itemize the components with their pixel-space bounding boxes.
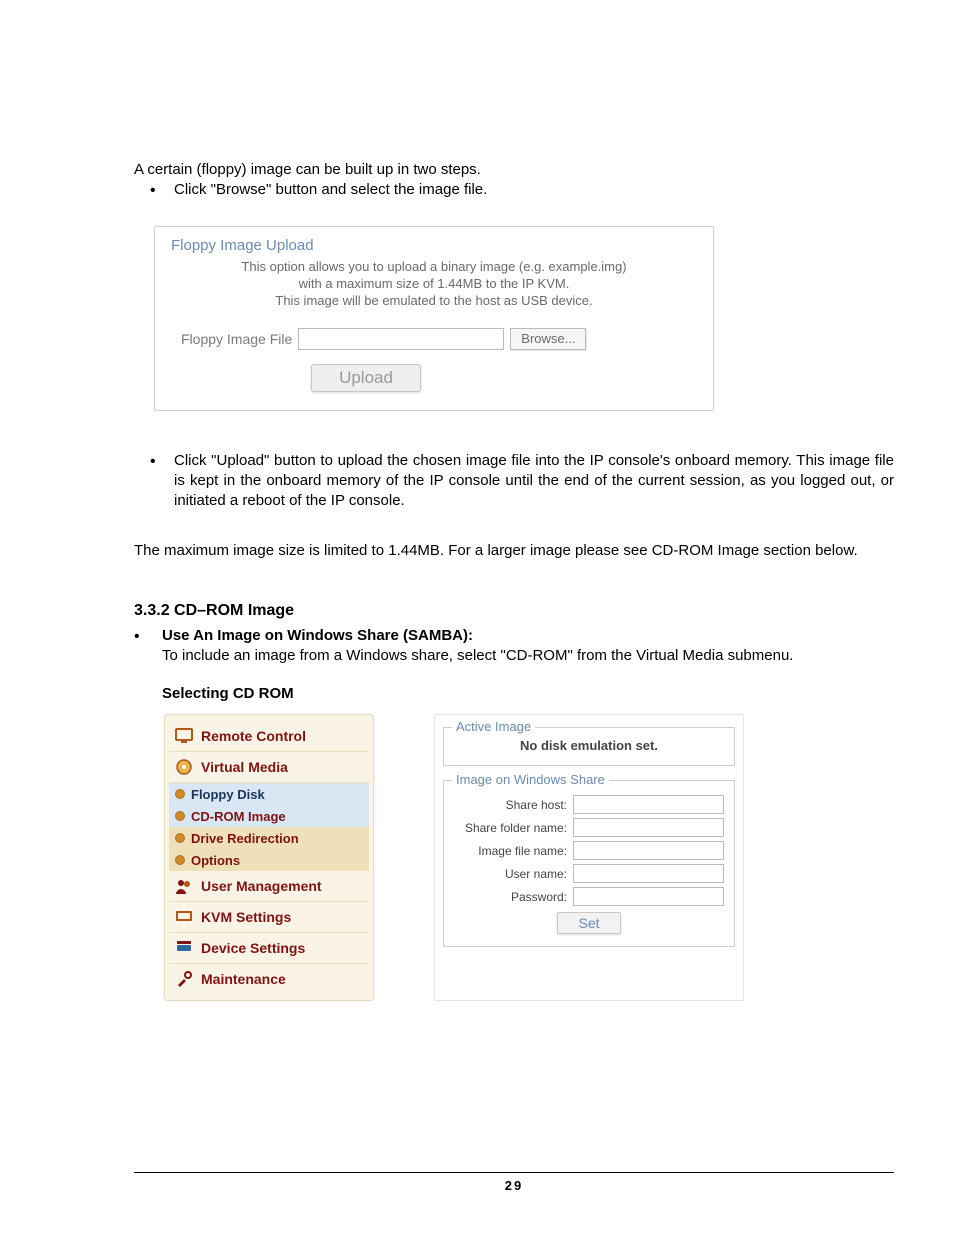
sidebar-sub-floppy-disk[interactable]: Floppy Disk [169, 783, 369, 805]
sidebar-item-device-settings[interactable]: Device Settings [169, 933, 369, 964]
image-file-label: Image file name: [478, 844, 567, 858]
user-name-input[interactable] [573, 864, 724, 883]
sidebar-item-remote-control[interactable]: Remote Control [169, 721, 369, 752]
browse-button[interactable]: Browse... [510, 328, 586, 350]
sidebar-item-kvm-settings[interactable]: KVM Settings [169, 902, 369, 933]
bullet-dot: • [150, 180, 174, 202]
disk-icon [173, 756, 195, 778]
sidebar-label: KVM Settings [201, 909, 291, 925]
bullet-icon [175, 811, 185, 821]
active-image-status: No disk emulation set. [454, 738, 724, 753]
max-size-paragraph: The maximum image size is limited to 1.4… [134, 541, 894, 561]
active-image-legend: Active Image [452, 719, 535, 734]
share-host-label: Share host: [506, 798, 567, 812]
sidebar-item-user-management[interactable]: User Management [169, 871, 369, 902]
sidebar-label: Device Settings [201, 940, 305, 956]
bullet-icon [175, 855, 185, 865]
floppy-desc-line3: This image will be emulated to the host … [275, 293, 592, 308]
upload-button[interactable]: Upload [311, 364, 421, 392]
windows-share-legend: Image on Windows Share [452, 772, 609, 787]
sidebar-sub-options[interactable]: Options [169, 849, 369, 871]
section-heading-332: 3.3.2 CD–ROM Image [134, 602, 894, 620]
sidebar-item-maintenance[interactable]: Maintenance [169, 964, 369, 994]
sidebar-sub-cdrom-image[interactable]: CD-ROM Image [169, 805, 369, 827]
floppy-desc-line1: This option allows you to upload a binar… [241, 259, 626, 274]
image-file-input[interactable] [573, 841, 724, 860]
bullet-1-text: Click "Browse" button and select the ima… [174, 180, 894, 200]
active-image-fieldset: Active Image No disk emulation set. [443, 727, 735, 766]
floppy-file-input[interactable] [298, 328, 504, 350]
config-panel: Active Image No disk emulation set. Imag… [434, 714, 744, 1001]
sidebar-label: User Management [201, 878, 322, 894]
intro-line: A certain (floppy) image can be built up… [134, 160, 894, 180]
sidebar-label: Maintenance [201, 971, 286, 987]
share-host-input[interactable] [573, 795, 724, 814]
page-footer: 29 [134, 1172, 894, 1195]
sidebar-sub-label: Options [191, 853, 240, 868]
bullet-icon [175, 833, 185, 843]
selecting-cdrom-heading: Selecting CD ROM [162, 684, 894, 704]
set-button[interactable]: Set [557, 912, 621, 934]
bullet-2-text: Click "Upload" button to upload the chos… [174, 451, 894, 512]
floppy-upload-description: This option allows you to upload a binar… [171, 259, 697, 310]
bullet-icon [175, 789, 185, 799]
password-label: Password: [511, 890, 567, 904]
bullet-dot: • [150, 451, 174, 473]
kvm-icon [173, 906, 195, 928]
password-input[interactable] [573, 887, 724, 906]
sidebar-label: Virtual Media [201, 759, 288, 775]
sidebar-item-virtual-media[interactable]: Virtual Media [169, 752, 369, 783]
samba-heading: Use An Image on Windows Share (SAMBA): [162, 627, 473, 644]
sidebar-menu: Remote Control Virtual Media Floppy Disk… [164, 714, 374, 1001]
floppy-upload-legend: Floppy Image Upload [167, 237, 318, 254]
sidebar-sub-label: Drive Redirection [191, 831, 299, 846]
floppy-file-label: Floppy Image File [181, 331, 292, 347]
bullet-dot: • [134, 626, 162, 648]
floppy-desc-line2: with a maximum size of 1.44MB to the IP … [299, 276, 570, 291]
sidebar-sub-label: Floppy Disk [191, 787, 265, 802]
share-folder-label: Share folder name: [465, 821, 567, 835]
share-folder-input[interactable] [573, 818, 724, 837]
sidebar-sub-label: CD-ROM Image [191, 809, 286, 824]
sidebar-sub-drive-redirection[interactable]: Drive Redirection [169, 827, 369, 849]
floppy-upload-fieldset: Floppy Image Upload This option allows y… [154, 226, 714, 411]
page-number: 29 [505, 1178, 523, 1193]
sidebar-label: Remote Control [201, 728, 306, 744]
device-icon [173, 937, 195, 959]
windows-share-fieldset: Image on Windows Share Share host: Share… [443, 780, 735, 947]
samba-body: To include an image from a Windows share… [162, 647, 793, 664]
tools-icon [173, 968, 195, 990]
user-name-label: User name: [505, 867, 567, 881]
users-icon [173, 875, 195, 897]
monitor-icon [173, 725, 195, 747]
